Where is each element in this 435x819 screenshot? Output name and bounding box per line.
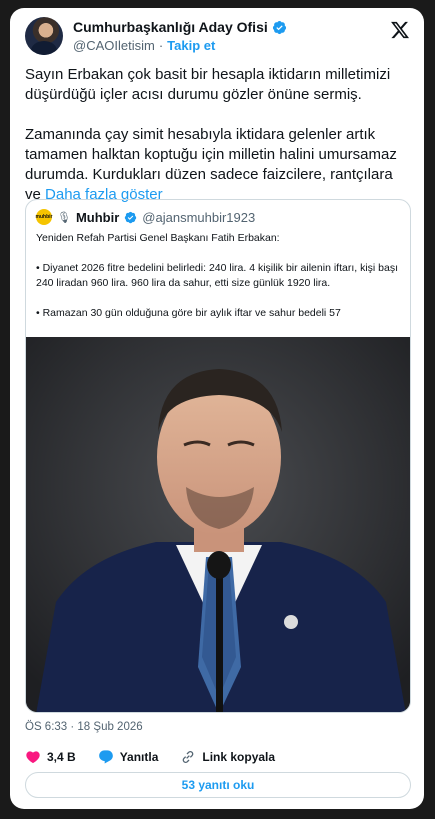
copy-link-button[interactable]: Link kopyala — [180, 749, 275, 765]
tweet-paragraph: Sayın Erbakan çok basit bir hesapla ikti… — [25, 66, 391, 103]
verified-badge-icon — [272, 20, 286, 34]
quoted-tweet-photo[interactable] — [26, 337, 410, 712]
quoted-tweet-header: muhbir 🎙 Muhbir @ajansmuhbir1923 — [36, 209, 255, 225]
tweet-header: Cumhurbaşkanlığı Aday Ofisi @CAOIletisim… — [25, 17, 412, 59]
quoted-author-name[interactable]: Muhbir — [76, 210, 119, 225]
heart-icon — [26, 751, 40, 764]
author-name-row: Cumhurbaşkanlığı Aday Ofisi — [73, 19, 287, 35]
quoted-author-avatar[interactable]: muhbir — [36, 209, 52, 225]
tweet-timestamp[interactable]: ÖS 6:33 · 18 Şub 2026 — [25, 721, 143, 733]
meta-separator: · — [158, 38, 164, 53]
link-icon — [183, 751, 194, 763]
reply-icon — [98, 750, 113, 764]
like-count: 3,4 B — [47, 750, 76, 764]
reply-label: Yanıtla — [119, 750, 159, 764]
author-name[interactable]: Cumhurbaşkanlığı Aday Ofisi — [73, 19, 268, 35]
x-logo-icon[interactable] — [390, 20, 410, 40]
reply-button[interactable]: Yanıtla — [98, 749, 159, 765]
copy-link-label: Link kopyala — [202, 750, 276, 764]
author-avatar[interactable] — [25, 17, 63, 55]
quoted-line: • Ramazan 30 gün olduğuna göre bir aylık… — [36, 307, 341, 319]
read-replies-button[interactable]: 53 yanıtı oku — [25, 772, 411, 798]
verified-badge-icon — [125, 211, 137, 223]
quoted-tweet[interactable]: muhbir 🎙 Muhbir @ajansmuhbir1923 Yeniden… — [25, 199, 411, 713]
quoted-author-handle[interactable]: @ajansmuhbir1923 — [142, 210, 255, 225]
tweet-text: Sayın Erbakan çok basit bir hesapla ikti… — [25, 65, 405, 205]
speaker-photo-illustration — [26, 337, 410, 712]
like-button[interactable]: 3,4 B — [25, 749, 76, 765]
quoted-tweet-text: Yeniden Refah Partisi Genel Başkanı Fati… — [36, 231, 402, 336]
microphone-icon: 🎙 — [57, 211, 71, 224]
follow-button[interactable]: Takip et — [167, 38, 215, 53]
author-handle[interactable]: @CAOIletisim — [73, 38, 155, 53]
tweet-actions: 3,4 B Yanıtla Link kopyala — [25, 749, 297, 765]
author-meta-row: @CAOIletisim · Takip et — [73, 38, 215, 53]
quoted-line: Yeniden Refah Partisi Genel Başkanı Fati… — [36, 232, 280, 244]
quoted-line: • Diyanet 2026 fitre bedelini belirledi:… — [36, 262, 399, 289]
tweet-card: Cumhurbaşkanlığı Aday Ofisi @CAOIletisim… — [10, 8, 424, 809]
tweet-paragraph: Zamanında çay simit hesabıyla iktidara g… — [25, 125, 405, 205]
